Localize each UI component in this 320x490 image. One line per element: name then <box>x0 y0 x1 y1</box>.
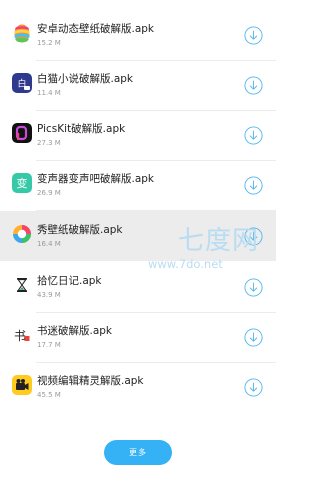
download-icon[interactable] <box>244 328 263 347</box>
file-size: 17.7 M <box>37 341 61 349</box>
video-editor-icon <box>12 375 32 395</box>
file-size: 16.4 M <box>37 240 61 248</box>
hourglass-icon <box>12 275 32 295</box>
file-name: 拾忆日记.apk <box>37 275 102 287</box>
file-name: 变声器变声吧破解版.apk <box>37 173 155 185</box>
file-name: 安卓动态壁纸破解版.apk <box>37 23 155 35</box>
more-button[interactable]: 更多 <box>104 440 172 465</box>
white-cat-novel-icon: 白 <box>12 73 32 93</box>
watermark-logo: 七度网 <box>178 226 260 256</box>
file-row[interactable]: 拾忆日记.apk 43.9 M <box>0 262 276 313</box>
file-name: 视频编辑精灵解版.apk <box>37 375 144 387</box>
file-size: 45.5 M <box>37 391 61 399</box>
svg-text:变: 变 <box>17 176 28 190</box>
watermark-url: www.7do.net <box>148 257 223 271</box>
file-size: 43.9 M <box>37 291 61 299</box>
shumi-book-icon: 书 <box>12 325 32 345</box>
file-size: 11.4 M <box>37 89 61 97</box>
download-icon[interactable] <box>244 126 263 145</box>
download-icon[interactable] <box>244 176 263 195</box>
download-icon[interactable] <box>244 26 263 45</box>
file-row[interactable]: 书 书迷破解版.apk 17.7 M <box>0 312 276 363</box>
download-icon[interactable] <box>244 378 263 397</box>
file-name: 秀壁纸破解版.apk <box>37 224 123 236</box>
file-row[interactable]: 安卓动态壁纸破解版.apk 15.2 M <box>0 10 276 61</box>
file-size: 27.3 M <box>37 139 61 147</box>
file-row[interactable]: 变 变声器变声吧破解版.apk 26.9 M <box>0 160 276 211</box>
xiu-wallpaper-icon <box>12 224 32 244</box>
easter-egg-icon <box>12 23 32 43</box>
file-size: 26.9 M <box>37 189 61 197</box>
file-name: 白猫小说破解版.apk <box>37 73 134 85</box>
picskit-icon <box>12 123 32 143</box>
file-name: 书迷破解版.apk <box>37 325 113 337</box>
svg-text:书: 书 <box>14 329 26 343</box>
file-row[interactable]: PicsKit破解版.apk 27.3 M <box>0 110 276 161</box>
file-row[interactable]: 视频编辑精灵解版.apk 45.5 M <box>0 362 276 412</box>
download-icon[interactable] <box>244 278 263 297</box>
file-row[interactable]: 白 白猫小说破解版.apk 11.4 M <box>0 60 276 111</box>
voice-changer-icon: 变 <box>12 173 32 193</box>
file-size: 15.2 M <box>37 39 61 47</box>
file-name: PicsKit破解版.apk <box>37 123 126 135</box>
download-icon[interactable] <box>244 76 263 95</box>
